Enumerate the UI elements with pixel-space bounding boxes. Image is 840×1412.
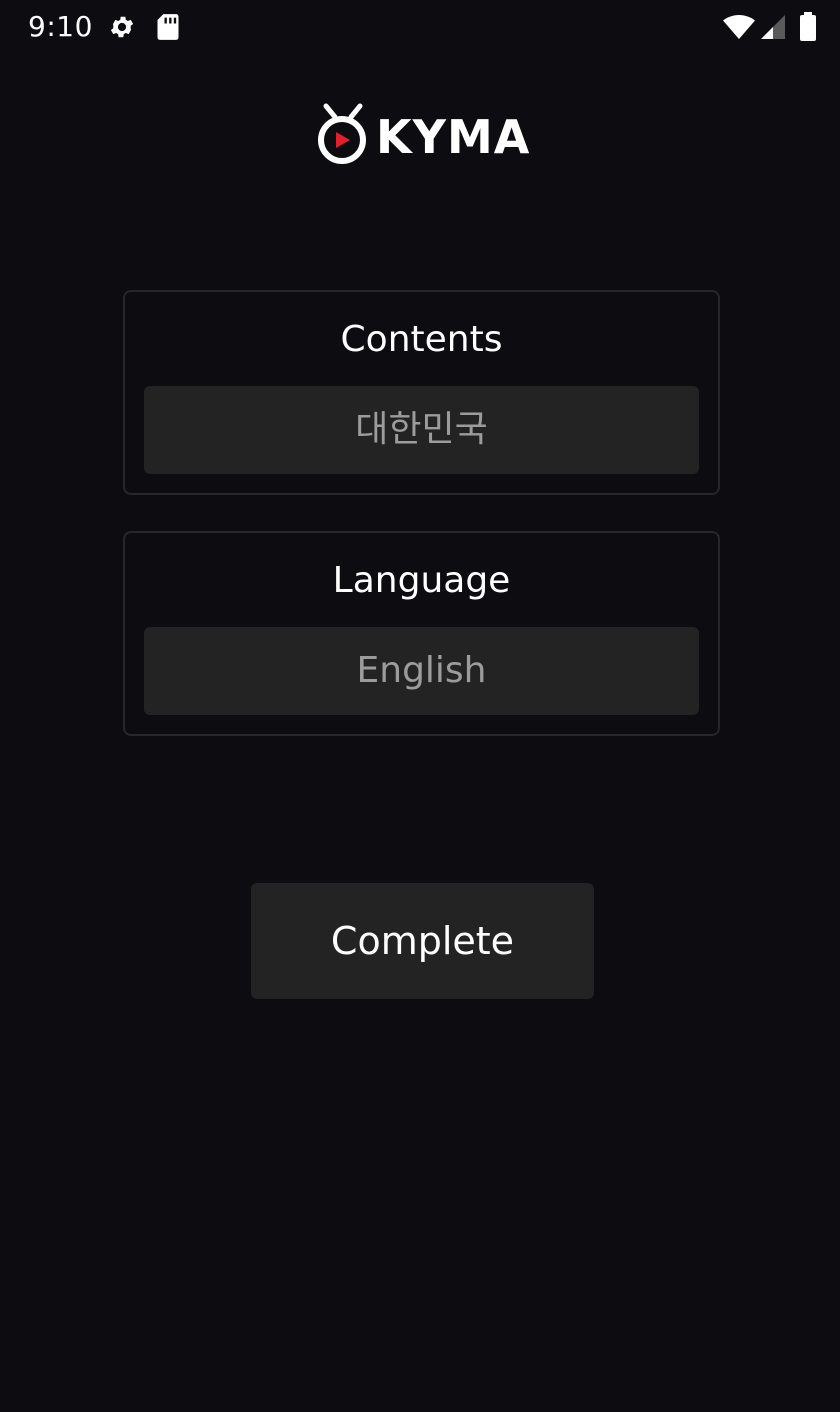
app-logo: KYMA [316,102,530,168]
contents-panel: Contents 대한민국 [123,290,720,495]
status-bar: 9:10 [0,0,840,56]
contents-selector[interactable]: 대한민국 [144,386,699,474]
language-panel: Language English [123,531,720,736]
logo-mark-icon [318,103,366,164]
battery-icon [798,12,818,46]
status-time: 9:10 [28,10,93,43]
gear-icon [108,13,136,45]
contents-label: Contents [340,319,503,360]
sd-card-icon [156,13,180,45]
complete-button[interactable]: Complete [251,883,594,999]
logo-text: KYMA [376,110,531,164]
language-selector[interactable]: English [144,627,699,715]
signal-icon [760,14,786,44]
language-label: Language [332,560,511,601]
wifi-icon [722,14,756,44]
